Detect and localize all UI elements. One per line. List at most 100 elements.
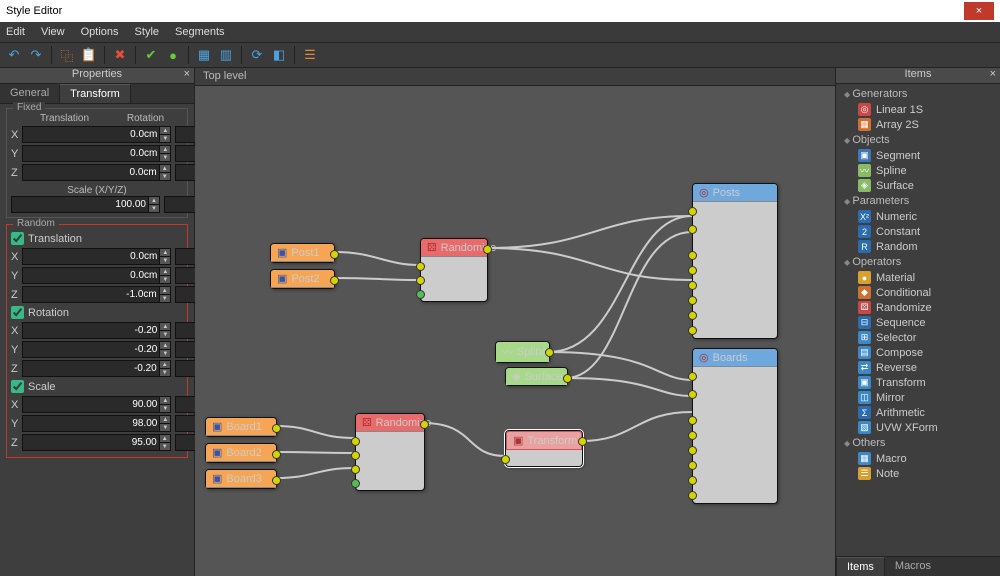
properties-close-icon[interactable]: × xyxy=(184,68,190,80)
randomize-icon: ⚄ xyxy=(858,301,871,314)
items-close-icon[interactable]: × xyxy=(990,68,996,80)
mirror-icon: ◫ xyxy=(858,391,871,404)
fixed-ty-input[interactable]: ▲▼ xyxy=(22,145,171,162)
uvw-icon: ▧ xyxy=(858,421,871,434)
menu-segments[interactable]: Segments xyxy=(175,26,225,38)
spline-icon: 〰 xyxy=(502,344,513,360)
undo-button[interactable]: ↶ xyxy=(4,45,24,65)
window-close-button[interactable]: × xyxy=(964,2,994,20)
node-spline[interactable]: 〰Spline xyxy=(495,341,550,363)
node-board3[interactable]: ▣Board3 xyxy=(205,469,277,489)
generator-icon: ◎ xyxy=(699,351,709,364)
item-material[interactable]: ●Material xyxy=(836,270,1000,285)
fixed-group: Fixed TranslationRotation X▲▼▲▼ Y▲▼▲▼ Z▲… xyxy=(6,108,188,218)
items-tree[interactable]: Generators ◎Linear 1S ▦Array 2S Objects … xyxy=(836,84,1000,556)
copy-button[interactable]: ⿻ xyxy=(57,45,77,65)
fixed-tx-input[interactable]: ▲▼ xyxy=(22,126,171,143)
node-post2[interactable]: ▣Post2 xyxy=(270,269,335,289)
cat-others[interactable]: Others xyxy=(836,435,1000,451)
cat-operators[interactable]: Operators xyxy=(836,254,1000,270)
segment-icon: ▣ xyxy=(699,428,709,441)
item-arithmetic[interactable]: ΣArithmetic xyxy=(836,405,1000,420)
item-random[interactable]: RRandom xyxy=(836,239,1000,254)
item-numeric[interactable]: X²Numeric xyxy=(836,209,1000,224)
item-reverse[interactable]: ⇄Reverse xyxy=(836,360,1000,375)
node-randomize-posts[interactable]: ⚄Randomize Post1 Post2 <empty> xyxy=(420,238,488,302)
rand-tx-min[interactable]: ▲▼ xyxy=(22,248,171,265)
reverse-icon: ⇄ xyxy=(858,361,871,374)
tool-b-button[interactable]: ▥ xyxy=(216,45,236,65)
tab-general[interactable]: General xyxy=(0,84,59,103)
segment-icon: ▣ xyxy=(699,458,709,471)
fixed-tz-input[interactable]: ▲▼ xyxy=(22,164,171,181)
paste-button[interactable]: 📋 xyxy=(79,45,99,65)
refresh-button[interactable]: ⟳ xyxy=(247,45,267,65)
item-transform[interactable]: ▣Transform xyxy=(836,375,1000,390)
tool-c-button[interactable]: ◧ xyxy=(269,45,289,65)
tab-items[interactable]: Items xyxy=(836,557,885,576)
rand-ry-min[interactable]: ▲▼ xyxy=(22,341,171,358)
item-sequence[interactable]: ⊟Sequence xyxy=(836,315,1000,330)
items-header: Items× xyxy=(836,68,1000,84)
cancel-button[interactable]: ● xyxy=(163,45,183,65)
spline-icon: 〰 xyxy=(699,369,710,385)
node-randomize-boards[interactable]: ⚄Randomize Board1 Board2 Board3 <empty> xyxy=(355,413,425,491)
dice-icon: ⚄ xyxy=(427,241,437,254)
breadcrumb[interactable]: Top level xyxy=(195,68,835,86)
delete-button[interactable]: ✖ xyxy=(110,45,130,65)
rand-rx-min[interactable]: ▲▼ xyxy=(22,322,171,339)
clip-icon: ▭ xyxy=(699,228,709,241)
list-button[interactable]: ☰ xyxy=(300,45,320,65)
random-scale-check[interactable]: Scale xyxy=(11,380,183,393)
node-posts[interactable]: ◎Posts 〰Spline ▭Clipping area ◈Surface ▣… xyxy=(692,183,778,339)
item-conditional[interactable]: ◆Conditional xyxy=(836,285,1000,300)
item-mirror[interactable]: ◫Mirror xyxy=(836,390,1000,405)
linear-icon: ◎ xyxy=(858,103,871,116)
accept-button[interactable]: ✔ xyxy=(141,45,161,65)
item-spline[interactable]: 〰Spline xyxy=(836,163,1000,178)
fixed-sx-input[interactable]: ▲▼ xyxy=(11,196,160,213)
menu-options[interactable]: Options xyxy=(81,26,119,38)
item-randomize[interactable]: ⚄Randomize xyxy=(836,300,1000,315)
node-post1[interactable]: ▣Post1 xyxy=(270,243,335,263)
item-surface[interactable]: ◈Surface xyxy=(836,178,1000,193)
random-group: Random Translation X▲▼▲▼ Y▲▼▲▼ Z▲▼▲▼ Rot… xyxy=(6,224,188,458)
tab-macros[interactable]: Macros xyxy=(885,557,941,576)
item-note[interactable]: ☰Note xyxy=(836,466,1000,481)
cat-parameters[interactable]: Parameters xyxy=(836,193,1000,209)
random-rotation-check[interactable]: Rotation xyxy=(11,306,183,319)
cat-objects[interactable]: Objects xyxy=(836,132,1000,148)
node-boards[interactable]: ◎Boards 〰Spline ▭Clipping area ◈Surface … xyxy=(692,348,778,504)
item-linear1s[interactable]: ◎Linear 1S xyxy=(836,102,1000,117)
menu-style[interactable]: Style xyxy=(135,26,159,38)
redo-button[interactable]: ↷ xyxy=(26,45,46,65)
tool-a-button[interactable]: ▦ xyxy=(194,45,214,65)
rand-tz-min[interactable]: ▲▼ xyxy=(22,286,171,303)
node-surface[interactable]: ◈Surface xyxy=(505,367,568,386)
node-board1[interactable]: ▣Board1 xyxy=(205,417,277,437)
segment-icon: ▣ xyxy=(212,446,222,459)
rand-sz-min[interactable]: ▲▼ xyxy=(22,434,171,451)
rand-ty-min[interactable]: ▲▼ xyxy=(22,267,171,284)
rand-rz-min[interactable]: ▲▼ xyxy=(22,360,171,377)
segment-icon: ▣ xyxy=(277,272,287,285)
conditional-icon: ◆ xyxy=(858,286,871,299)
cat-generators[interactable]: Generators xyxy=(836,86,1000,102)
item-constant[interactable]: 2Constant xyxy=(836,224,1000,239)
random-translation-check[interactable]: Translation xyxy=(11,232,183,245)
item-selector[interactable]: ⊞Selector xyxy=(836,330,1000,345)
rand-sy-min[interactable]: ▲▼ xyxy=(22,415,171,432)
transform-icon: ▣ xyxy=(513,434,523,447)
menu-view[interactable]: View xyxy=(41,26,65,38)
item-uvwxform[interactable]: ▧UVW XForm xyxy=(836,420,1000,435)
item-compose[interactable]: ▤Compose xyxy=(836,345,1000,360)
item-array2s[interactable]: ▦Array 2S xyxy=(836,117,1000,132)
node-canvas[interactable]: Top level ▣Post1 ▣Post2 ⚄Randomize Post1… xyxy=(195,68,835,576)
item-segment[interactable]: ▣Segment xyxy=(836,148,1000,163)
item-macro[interactable]: ▦Macro xyxy=(836,451,1000,466)
node-board2[interactable]: ▣Board2 xyxy=(205,443,277,463)
rand-sx-min[interactable]: ▲▼ xyxy=(22,396,171,413)
menu-edit[interactable]: Edit xyxy=(6,26,25,38)
node-transform[interactable]: ▣Transform Segment xyxy=(505,430,583,467)
tab-transform[interactable]: Transform xyxy=(59,84,131,103)
